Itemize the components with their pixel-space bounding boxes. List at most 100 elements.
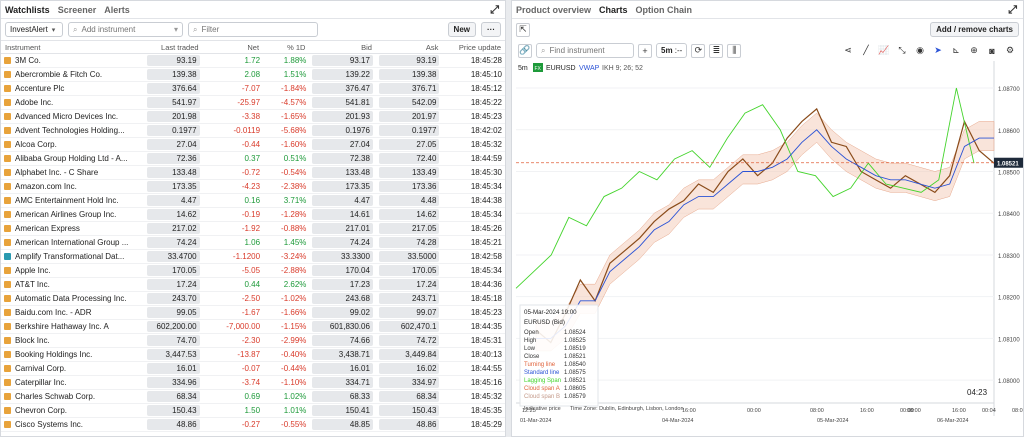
camera-icon[interactable]: ◙ [985,44,999,58]
bid-cell[interactable]: 99.02 [309,305,376,320]
instrument-cell[interactable]: Apple Inc. [1,263,145,278]
bid-cell[interactable]: 541.81 [309,95,376,110]
column-pct-1d[interactable]: % 1D [263,40,310,54]
table-row[interactable]: American Airlines Group Inc. 14.62 -0.19 -1… [1,207,505,222]
table-row[interactable]: Alphabet Inc. - C Share 133.48 -0.72 -0.54%… [1,165,505,180]
table-row[interactable]: Berkshire Hathaway Inc. A 602,200.00 -7,00… [1,319,505,334]
instrument-cell[interactable]: Charles Schwab Corp. [1,389,145,404]
bid-cell[interactable]: 334.71 [309,375,376,390]
chart-type-icon[interactable]: ≣ [709,43,724,58]
instrument-cell[interactable]: Amazon.com Inc. [1,179,145,194]
ask-cell[interactable]: 133.49 [375,165,443,180]
ask-cell[interactable]: 3,449.84 [375,347,443,362]
table-row[interactable]: Charles Schwab Corp. 68.34 0.69 1.02% 68.33 6… [1,389,505,404]
cursor-icon[interactable]: ➤ [931,44,945,58]
instrument-cell[interactable]: Abercrombie & Fitch Co. [1,67,145,82]
ask-cell[interactable]: 74.28 [375,235,443,250]
instrument-cell[interactable]: Adobe Inc. [1,95,145,110]
ask-cell[interactable]: 4.48 [375,193,443,208]
instrument-cell[interactable]: American Express [1,221,145,236]
filter-input[interactable] [201,25,313,34]
ask-cell[interactable]: 16.02 [375,361,443,376]
bid-cell[interactable]: 139.22 [309,67,376,82]
ask-cell[interactable]: 201.97 [375,109,443,124]
bid-cell[interactable]: 3,438.71 [309,347,376,362]
tab-watchlists[interactable]: Watchlists [5,5,50,15]
table-row[interactable]: Advanced Micro Devices Inc. 201.98 -3.38 -1… [1,109,505,124]
interval-select[interactable]: 5m :-- [656,43,688,58]
ask-cell[interactable]: 243.71 [375,291,443,306]
instrument-cell[interactable]: Automatic Data Processing Inc. [1,291,145,306]
bid-cell[interactable]: 68.33 [309,389,376,404]
tab-product-overview[interactable]: Product overview [516,5,591,15]
instrument-cell[interactable]: Berkshire Hathaway Inc. A [1,319,145,334]
instrument-cell[interactable]: Accenture Plc [1,81,145,96]
tab-option-chain[interactable]: Option Chain [636,5,693,15]
more-button[interactable]: ··· [481,22,501,37]
table-row[interactable]: Alibaba Group Holding Ltd - A... 72.36 0.3… [1,151,505,166]
expand-icon[interactable]: ⤢ [1008,4,1017,17]
ask-cell[interactable]: 0.1977 [375,123,443,138]
measure-icon[interactable]: ⊾ [949,44,963,58]
bid-cell[interactable]: 217.01 [309,221,376,236]
ask-cell[interactable]: 14.62 [375,207,443,222]
instrument-cell[interactable]: American Airlines Group Inc. [1,207,145,222]
ask-cell[interactable]: 93.19 [375,53,443,68]
table-row[interactable]: Advent Technologies Holding... 0.1977 -0.0… [1,123,505,138]
instrument-cell[interactable]: Carnival Corp. [1,361,145,376]
table-row[interactable]: American International Group ... 74.24 1.0… [1,235,505,250]
add-remove-charts-button[interactable]: Add / remove charts [930,22,1019,37]
column-last-traded[interactable]: Last traded [144,40,203,54]
bid-cell[interactable]: 48.85 [309,417,376,432]
bid-cell[interactable]: 72.38 [309,151,376,166]
instrument-cell[interactable]: American International Group ... [1,235,145,250]
ask-cell[interactable]: 334.97 [375,375,443,390]
instrument-cell[interactable]: Cisco Systems Inc. [1,417,145,432]
add-instrument-input[interactable] [81,25,170,34]
instrument-cell[interactable]: Alibaba Group Holding Ltd - A... [1,151,145,166]
bid-cell[interactable]: 14.61 [309,207,376,222]
instrument-cell[interactable]: Advent Technologies Holding... [1,123,145,138]
bid-cell[interactable]: 133.48 [309,165,376,180]
table-row[interactable]: Booking Holdings Inc. 3,447.53 -13.87 -0.40… [1,347,505,362]
column-ask[interactable]: Ask [375,40,443,54]
ask-cell[interactable]: 542.09 [375,95,443,110]
price-chart[interactable]: 1.08700 1.08600 1.08500 1.08400 1.08300 1.082… [512,61,1023,436]
instrument-cell[interactable]: Block Inc. [1,333,145,348]
new-button[interactable]: New [447,22,476,37]
ask-cell[interactable]: 48.86 [375,417,443,432]
table-row[interactable]: Accenture Plc 376.64 -7.07 -1.84% 376.47 376.… [1,81,505,96]
bid-cell[interactable]: 601,830.06 [309,319,376,334]
instrument-cell[interactable]: 3M Co. [1,53,145,68]
table-row[interactable]: Adobe Inc. 541.97 -25.97 -4.57% 541.81 542.09… [1,95,505,110]
find-instrument-input[interactable] [549,46,629,55]
share-icon[interactable]: ⋖ [841,44,855,58]
add-instrument-field[interactable]: ⌕ ▾ [68,22,183,37]
table-row[interactable]: Carnival Corp. 16.01 -0.07 -0.44% 16.01 16.02… [1,361,505,376]
tab-alerts[interactable]: Alerts [104,5,130,15]
find-instrument-field[interactable]: ⌕ [536,43,634,58]
table-row[interactable]: Caterpillar Inc. 334.96 -3.74 -1.10% 334.71 3… [1,375,505,390]
trend-line-icon[interactable]: ⤡ [895,44,909,58]
ask-cell[interactable]: 33.5000 [375,249,443,264]
watchlist-select[interactable]: InvestAlert ▾ [5,22,63,37]
column-instrument[interactable]: Instrument [1,40,145,54]
refresh-icon[interactable]: ⟳ [691,43,706,58]
eye-icon[interactable]: ◉ [913,44,927,58]
tab-charts[interactable]: Charts [599,5,628,15]
drawing-icon[interactable]: ╱ [859,44,873,58]
bid-cell[interactable]: 93.17 [309,53,376,68]
bid-cell[interactable]: 0.1976 [309,123,376,138]
bid-cell[interactable]: 243.68 [309,291,376,306]
column-bid[interactable]: Bid [309,40,376,54]
ask-cell[interactable]: 173.36 [375,179,443,194]
ask-cell[interactable]: 27.05 [375,137,443,152]
ask-cell[interactable]: 170.05 [375,263,443,278]
table-row[interactable]: Amplify Transformational Dat... 33.4700 -1… [1,249,505,264]
link-icon[interactable]: 🔗 [518,43,532,58]
bid-cell[interactable]: 170.04 [309,263,376,278]
ask-cell[interactable]: 139.38 [375,67,443,82]
table-row[interactable]: Block Inc. 74.70 -2.30 -2.99% 74.66 74.72 18:4… [1,333,505,348]
zoom-icon[interactable]: ⊕ [967,44,981,58]
bid-cell[interactable]: 17.23 [309,277,376,292]
